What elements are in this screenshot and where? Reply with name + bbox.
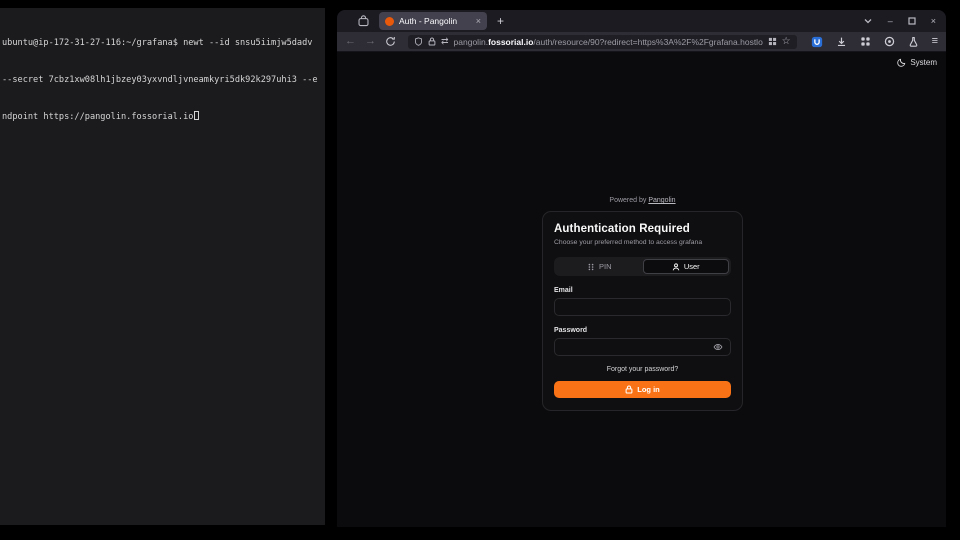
back-button[interactable]: ← <box>345 36 356 47</box>
card-subtitle: Choose your preferred method to access g… <box>554 239 731 246</box>
password-field-box <box>554 338 731 356</box>
tab-list-chevron-down-icon[interactable] <box>863 16 873 26</box>
moon-icon <box>897 58 906 67</box>
browser-tab[interactable]: Auth - Pangolin × <box>379 12 487 30</box>
reload-button[interactable] <box>385 36 396 47</box>
bookmark-star-icon[interactable]: ☆ <box>782 37 791 47</box>
navigation-toolbar: ← → ⇄ <box>337 32 946 52</box>
tab-close-icon[interactable]: × <box>476 17 481 26</box>
extensions-grid-icon[interactable] <box>860 36 871 47</box>
terminal-window[interactable]: ubuntu@ip-172-31-27-116:~/grafana$ newt … <box>0 8 325 525</box>
browser-window: Auth - Pangolin × + – × ← → <box>337 10 946 527</box>
url-bar[interactable]: ⇄ pangolin.fossorial.io/auth/resource/90… <box>408 35 797 49</box>
email-label: Email <box>554 287 731 294</box>
email-field[interactable] <box>562 303 723 312</box>
forgot-password-link[interactable]: Forgot your password? <box>554 366 731 373</box>
hamburger-menu-icon[interactable]: ≡ <box>932 36 938 47</box>
login-lock-icon <box>625 385 633 394</box>
terminal-line: ndpoint https://pangolin.fossorial.io <box>2 111 324 123</box>
tab-pin-label: PIN <box>599 262 612 271</box>
downloads-icon[interactable] <box>836 36 847 47</box>
terminal-line: ubuntu@ip-172-31-27-116:~/grafana$ newt … <box>2 37 324 49</box>
powered-by: Powered by Pangolin <box>542 197 743 204</box>
lock-icon[interactable] <box>428 37 436 46</box>
card-title: Authentication Required <box>554 223 731 235</box>
toolbar-extensions-area: ≡ <box>809 36 938 48</box>
page-action-grid-icon[interactable] <box>768 37 777 46</box>
auth-page: System Powered by Pangolin Authenticatio… <box>337 52 946 527</box>
login-button[interactable]: Log in <box>554 381 731 398</box>
pangolin-link[interactable]: Pangolin <box>648 197 675 204</box>
password-manager-extension-icon[interactable] <box>811 36 823 48</box>
theme-toggle-button[interactable]: System <box>897 58 937 67</box>
tab-bar: Auth - Pangolin × + – × <box>337 10 946 32</box>
password-field[interactable] <box>562 343 713 352</box>
firefox-view-icon[interactable] <box>357 15 370 28</box>
window-minimize-button[interactable]: – <box>888 17 893 26</box>
tab-title: Auth - Pangolin <box>399 16 471 26</box>
auth-method-tabs: PIN User <box>554 257 731 276</box>
url-text[interactable]: pangolin.fossorial.io/auth/resource/90?r… <box>454 37 763 47</box>
forward-button[interactable]: → <box>365 36 376 47</box>
window-close-button[interactable]: × <box>931 17 936 26</box>
account-circle-icon[interactable] <box>884 36 895 47</box>
auth-card: Authentication Required Choose your pref… <box>542 211 743 411</box>
keypad-icon <box>587 263 595 271</box>
desktop: ubuntu@ip-172-31-27-116:~/grafana$ newt … <box>0 0 960 540</box>
theme-toggle-label: System <box>910 58 937 67</box>
window-maximize-button[interactable] <box>908 17 916 25</box>
tracking-shield-icon[interactable] <box>414 37 423 46</box>
new-tab-button[interactable]: + <box>497 15 504 27</box>
terminal-line: --secret 7cbz1xw08lh1jbzey03yxvndljvneam… <box>2 74 324 86</box>
email-field-box <box>554 298 731 316</box>
tab-pin[interactable]: PIN <box>556 259 643 274</box>
alt-service-arrows-icon: ⇄ <box>441 37 449 46</box>
tab-user[interactable]: User <box>643 259 730 274</box>
tab-user-label: User <box>684 262 700 271</box>
user-icon <box>672 263 680 271</box>
login-button-label: Log in <box>637 385 660 394</box>
flask-icon[interactable] <box>908 36 919 47</box>
url-domain: fossorial.io <box>488 37 533 47</box>
terminal-cursor <box>194 111 199 120</box>
password-label: Password <box>554 327 731 334</box>
tab-favicon-pangolin-icon <box>385 17 394 26</box>
show-password-eye-icon[interactable] <box>713 342 723 352</box>
